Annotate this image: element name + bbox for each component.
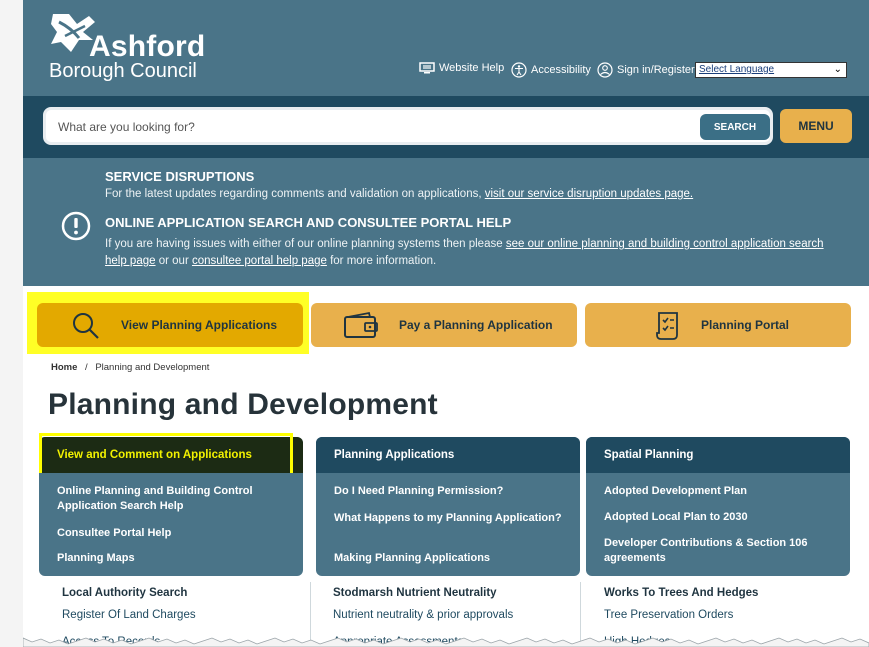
disruptions-body: For the latest updates regarding comment… (105, 188, 482, 200)
card-title-spatial-planning[interactable]: Spatial Planning (586, 437, 850, 473)
disruptions-text: For the latest updates regarding comment… (105, 186, 845, 203)
search-placeholder: What are you looking for? (58, 120, 195, 134)
chevron-down-icon: ⌄ (833, 64, 842, 75)
language-select-value: Select Language (699, 64, 775, 75)
torn-edge (23, 637, 869, 647)
card-link-planning-maps[interactable]: Planning Maps (57, 551, 295, 566)
card-spatial-planning: Spatial Planning Adopted Development Pla… (586, 437, 850, 576)
card-link-developer-contributions[interactable]: Developer Contributions & Section 106 ag… (604, 536, 842, 566)
planning-portal-label: Planning Portal (701, 318, 790, 332)
breadcrumb: Home / Planning and Development (51, 362, 209, 373)
service-notice: SERVICE DISRUPTIONS For the latest updat… (23, 158, 869, 286)
pay-planning-application-button[interactable]: Pay a Planning Application (311, 303, 577, 347)
consultee-portal-help-link[interactable]: consultee portal help page (192, 255, 327, 267)
logo-name: Ashford (89, 30, 206, 63)
alert-icon (61, 211, 91, 241)
section-link-nutrient-neutrality[interactable]: Nutrient neutrality & prior approvals (333, 609, 513, 621)
document-checklist-icon (656, 312, 678, 340)
sign-in-link[interactable]: Sign in/Register (597, 62, 695, 78)
card-title-planning-applications[interactable]: Planning Applications (316, 437, 580, 473)
search-band: What are you looking for? SEARCH MENU (23, 96, 869, 158)
disruptions-link[interactable]: visit our service disruption updates pag… (485, 188, 693, 200)
card-link-what-happens[interactable]: What Happens to my Planning Application? (334, 511, 572, 526)
card-highlight-outline (39, 433, 293, 473)
portal-help-title: ONLINE APPLICATION SEARCH AND CONSULTEE … (105, 215, 512, 230)
site-header: Ashford Borough Council Website Help Acc… (23, 0, 869, 96)
logo-subtitle: Borough Council (49, 60, 197, 82)
menu-button[interactable]: MENU (780, 109, 852, 143)
language-select[interactable]: Select Language ⌄ (695, 62, 847, 78)
website-help-link[interactable]: Website Help (419, 62, 504, 74)
section-title-works-to-trees[interactable]: Works To Trees And Hedges (604, 587, 758, 599)
card-planning-applications: Planning Applications Do I Need Planning… (316, 437, 580, 576)
search-button[interactable]: SEARCH (700, 114, 770, 140)
portal-help-body-1: If you are having issues with either of … (105, 238, 503, 250)
card-link-application-search-help[interactable]: Online Planning and Building Control App… (57, 484, 295, 514)
card-link-need-permission[interactable]: Do I Need Planning Permission? (334, 484, 572, 499)
card-link-making-applications[interactable]: Making Planning Applications (334, 551, 572, 566)
section-link-tree-preservation[interactable]: Tree Preservation Orders (604, 609, 733, 621)
search-input[interactable]: What are you looking for? SEARCH (43, 107, 773, 145)
user-icon (597, 62, 613, 78)
view-planning-applications-label: View Planning Applications (121, 318, 278, 332)
wallet-icon (344, 311, 378, 338)
section-title-local-authority-search[interactable]: Local Authority Search (62, 587, 187, 599)
monitor-icon (419, 62, 435, 74)
website-help-label: Website Help (439, 62, 505, 74)
sign-in-label: Sign in/Register (617, 64, 695, 76)
breadcrumb-current: Planning and Development (95, 362, 210, 373)
pay-planning-application-label: Pay a Planning Application (399, 318, 553, 332)
portal-help-text: If you are having issues with either of … (105, 236, 845, 270)
view-planning-applications-button[interactable]: View Planning Applications (37, 303, 303, 347)
accessibility-label: Accessibility (531, 64, 591, 76)
section-link-land-charges[interactable]: Register Of Land Charges (62, 609, 196, 621)
disruptions-title: SERVICE DISRUPTIONS (105, 169, 255, 184)
accessibility-icon (511, 62, 527, 78)
planning-portal-button[interactable]: Planning Portal (585, 303, 851, 347)
accessibility-link[interactable]: Accessibility (511, 62, 591, 78)
page: Ashford Borough Council Website Help Acc… (23, 0, 869, 647)
card-link-adopted-development-plan[interactable]: Adopted Development Plan (604, 484, 842, 499)
card-link-consultee-portal-help[interactable]: Consultee Portal Help (57, 526, 295, 541)
search-icon (73, 313, 99, 339)
portal-help-body-3: for more information. (330, 255, 437, 267)
card-link-adopted-local-plan[interactable]: Adopted Local Plan to 2030 (604, 510, 842, 525)
portal-help-body-2: or our (158, 255, 189, 267)
section-title-stodmarsh[interactable]: Stodmarsh Nutrient Neutrality (333, 587, 497, 599)
breadcrumb-home[interactable]: Home (51, 362, 77, 373)
page-title: Planning and Development (48, 388, 438, 421)
breadcrumb-separator: / (85, 362, 88, 373)
council-logo[interactable]: Ashford Borough Council (47, 12, 207, 82)
